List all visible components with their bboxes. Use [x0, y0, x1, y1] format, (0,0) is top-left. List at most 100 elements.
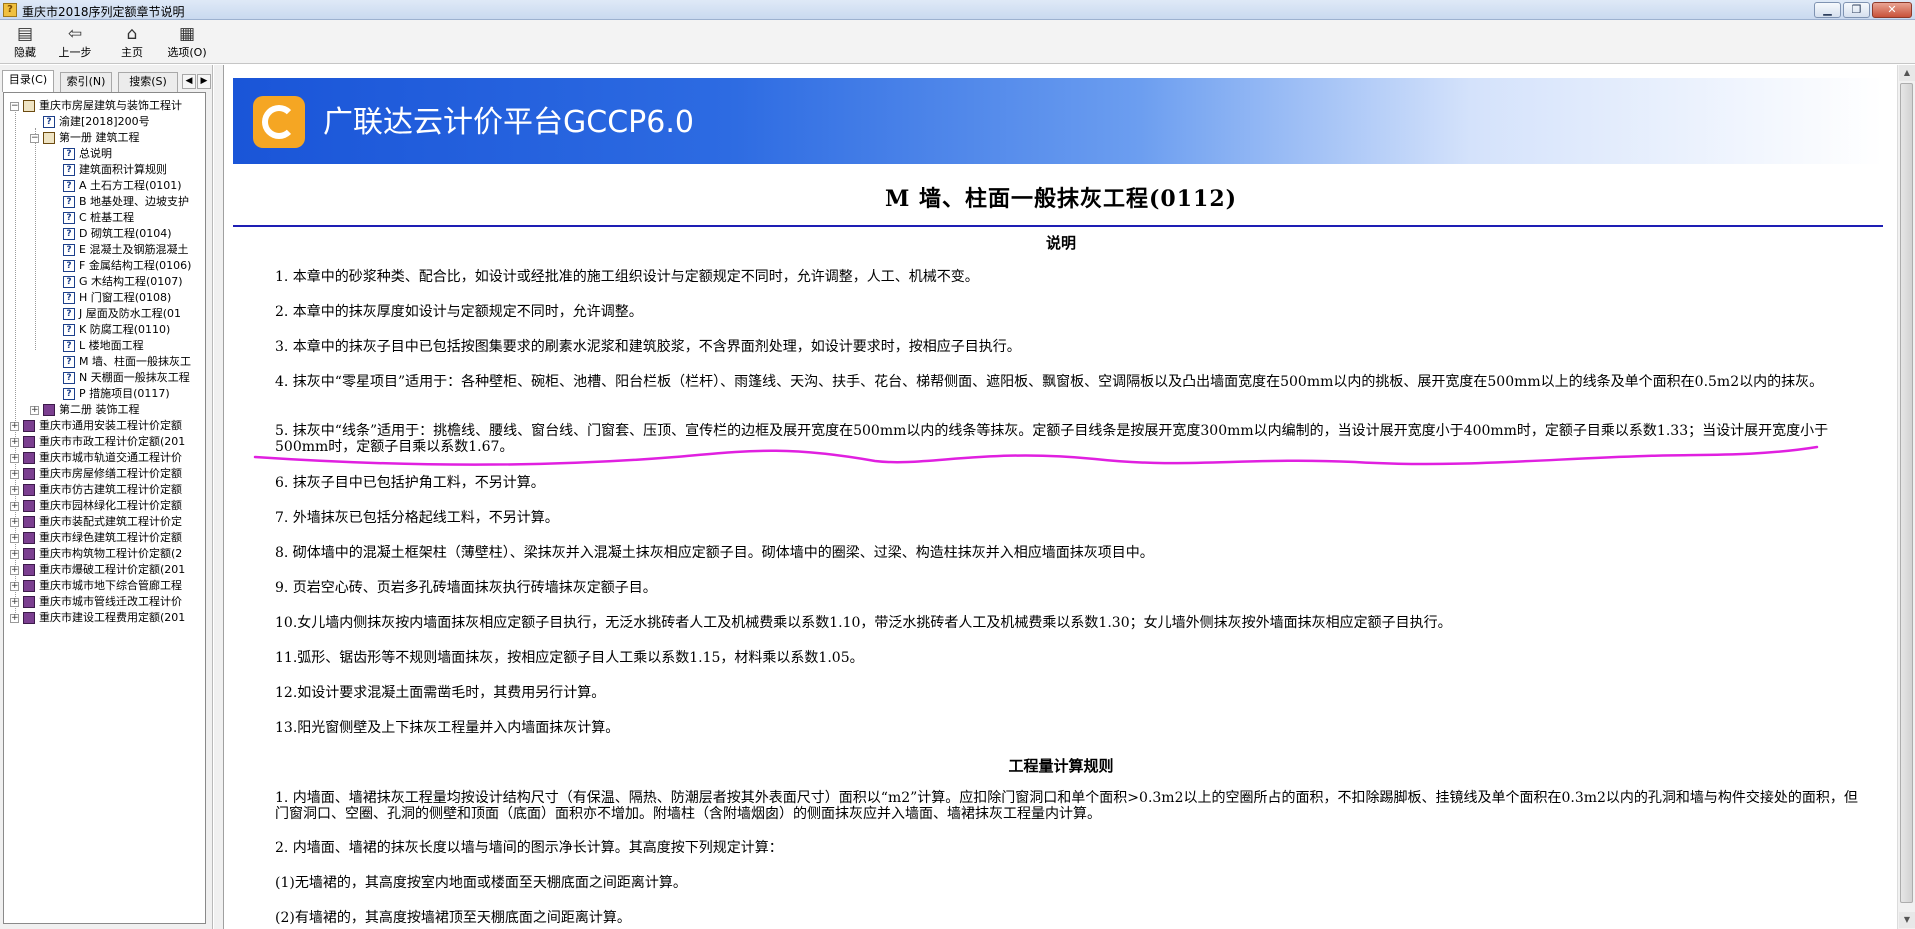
tree-node[interactable]: ? C 桩基工程 [4, 210, 205, 226]
hide-icon: ▤ [16, 24, 34, 44]
collapse-icon[interactable]: − [30, 134, 39, 143]
tree-node[interactable]: ? J 屋面及防水工程(01 [4, 306, 205, 322]
tree-node[interactable]: + 重庆市装配式建筑工程计价定 [4, 514, 205, 530]
banner-title: 广联达云计价平台GCCP6.0 [323, 105, 694, 140]
book-icon [23, 532, 35, 544]
tree-node-label: L 楼地面工程 [79, 339, 144, 352]
tree-node[interactable]: ? D 砌筑工程(0104) [4, 226, 205, 242]
options-button[interactable]: ▦ 选项(O) [162, 22, 212, 62]
tree-node[interactable]: ? 建筑面积计算规则 [4, 162, 205, 178]
expand-icon[interactable]: + [10, 470, 19, 479]
content-pane: 广联达云计价平台GCCP6.0 M 墙、柱面一般抹灰工程(0112) 说明 1.… [225, 65, 1897, 929]
tree-node[interactable]: + 重庆市城市地下综合管廊工程 [4, 578, 205, 594]
tab-scroll-left-icon[interactable]: ◀ [182, 74, 196, 89]
tree-node[interactable]: ? A 土石方工程(0101) [4, 178, 205, 194]
tree-node[interactable]: ? N 天棚面一般抹灰工程 [4, 370, 205, 386]
book-icon [23, 596, 35, 608]
tree-node[interactable]: − 重庆市房屋建筑与装饰工程计 [4, 98, 205, 114]
close-button[interactable]: ✕ [1872, 2, 1912, 18]
tree-list: − 重庆市房屋建筑与装饰工程计? 渝建[2018]200号 − 第一册 建筑工程? 总说明… [4, 98, 205, 626]
tree-node[interactable]: + 重庆市市政工程计价定额(201 [4, 434, 205, 450]
book-icon [23, 516, 35, 528]
tree-node-label: 重庆市爆破工程计价定额(201 [39, 563, 186, 576]
tree-node-label: 重庆市城市轨道交通工程计价 [39, 451, 182, 464]
tree-node[interactable]: ? G 木结构工程(0107) [4, 274, 205, 290]
tree-node-label: 重庆市构筑物工程计价定额(2 [39, 547, 183, 560]
tree-node[interactable]: + 重庆市绿色建筑工程计价定额 [4, 530, 205, 546]
tree-node[interactable]: ? E 混凝土及钢筋混凝土 [4, 242, 205, 258]
tree-node[interactable]: + 重庆市房屋修缮工程计价定额 [4, 466, 205, 482]
expand-icon[interactable]: + [10, 534, 19, 543]
tree-node-label: P 措施项目(0117) [79, 387, 170, 400]
book-icon [23, 548, 35, 560]
tree-node[interactable]: ? F 金属结构工程(0106) [4, 258, 205, 274]
tree-node[interactable]: + 第二册 装饰工程 [4, 402, 205, 418]
content-scrollbar[interactable]: ▲ ▼ [1897, 65, 1915, 929]
back-arrow-icon: ⇦ [67, 24, 83, 44]
book-icon [23, 564, 35, 576]
maximize-button[interactable]: ❐ [1843, 2, 1870, 18]
tree-node[interactable]: ? B 地基处理、边坡支护 [4, 194, 205, 210]
tree-node-label: 重庆市市政工程计价定额(201 [39, 435, 186, 448]
note-item: 7. 外墙抹灰已包括分格起线工料，不另计算。 [275, 510, 559, 526]
tree-node[interactable]: + 重庆市通用安装工程计价定额 [4, 418, 205, 434]
scroll-down-icon[interactable]: ▼ [1899, 912, 1915, 928]
help-page-icon: ? [63, 212, 75, 224]
tree-node[interactable]: ? P 措施项目(0117) [4, 386, 205, 402]
scroll-up-icon[interactable]: ▲ [1899, 65, 1915, 81]
collapse-icon[interactable]: − [10, 102, 19, 111]
tree-node[interactable]: ? H 门窗工程(0108) [4, 290, 205, 306]
tree-node[interactable]: ? K 防腐工程(0110) [4, 322, 205, 338]
rule-item: (1)无墙裙的，其高度按室内地面或楼面至天棚底面之间距离计算。 [275, 875, 687, 891]
tree-node[interactable]: + 重庆市爆破工程计价定额(201 [4, 562, 205, 578]
title-bar: ? 重庆市2018序列定额章节说明 ▁ ❐ ✕ [0, 0, 1915, 20]
help-page-icon: ? [63, 276, 75, 288]
tab-contents[interactable]: 目录(C) [2, 70, 54, 92]
tree-node[interactable]: + 重庆市园林绿化工程计价定额 [4, 498, 205, 514]
hide-button[interactable]: ▤ 隐藏 [0, 22, 50, 62]
tree-node[interactable]: − 第一册 建筑工程 [4, 130, 205, 146]
tree-node[interactable]: + 重庆市仿古建筑工程计价定额 [4, 482, 205, 498]
tab-search[interactable]: 搜索(S) [118, 72, 178, 92]
expand-icon[interactable]: + [10, 486, 19, 495]
tree-node[interactable]: + 重庆市城市管线迁改工程计价 [4, 594, 205, 610]
app-icon: ? [3, 3, 17, 17]
help-page-icon: ? [63, 196, 75, 208]
tab-index[interactable]: 索引(N) [60, 72, 112, 92]
tree-node[interactable]: + 重庆市建设工程费用定额(201 [4, 610, 205, 626]
expand-icon[interactable]: + [10, 566, 19, 575]
tree-node[interactable]: ? L 楼地面工程 [4, 338, 205, 354]
pane-splitter[interactable] [214, 65, 224, 929]
tree-node[interactable]: + 重庆市城市轨道交通工程计价 [4, 450, 205, 466]
expand-icon[interactable]: + [30, 406, 39, 415]
expand-icon[interactable]: + [10, 422, 19, 431]
tree-node[interactable]: + 重庆市构筑物工程计价定额(2 [4, 546, 205, 562]
expand-icon[interactable]: + [10, 518, 19, 527]
tree-node[interactable]: ? 总说明 [4, 146, 205, 162]
title-divider [233, 225, 1883, 227]
minimize-button[interactable]: ▁ [1814, 2, 1841, 18]
tree-node[interactable]: ? 渝建[2018]200号 [4, 114, 205, 130]
back-button[interactable]: ⇦ 上一步 [50, 22, 100, 62]
scroll-thumb[interactable] [1900, 83, 1913, 903]
expand-icon[interactable]: + [10, 582, 19, 591]
help-page-icon: ? [63, 372, 75, 384]
help-page-icon: ? [63, 340, 75, 352]
help-page-icon: ? [63, 260, 75, 272]
book-icon [23, 484, 35, 496]
expand-icon[interactable]: + [10, 598, 19, 607]
expand-icon[interactable]: + [10, 550, 19, 559]
help-page-icon: ? [63, 164, 75, 176]
tab-scroll-right-icon[interactable]: ▶ [197, 74, 211, 89]
expand-icon[interactable]: + [10, 454, 19, 463]
note-item: 9. 页岩空心砖、页岩多孔砖墙面抹灰执行砖墙抹灰定额子目。 [275, 580, 657, 596]
tree-node[interactable]: ? M 墙、柱面一般抹灰工 [4, 354, 205, 370]
tree-node-label: 建筑面积计算规则 [79, 163, 167, 176]
book-icon [23, 580, 35, 592]
home-button[interactable]: ⌂ 主页 [107, 22, 157, 62]
expand-icon[interactable]: + [10, 614, 19, 623]
expand-icon[interactable]: + [10, 438, 19, 447]
expand-icon[interactable]: + [10, 502, 19, 511]
open-book-icon [43, 132, 55, 144]
note-item: 11.弧形、锯齿形等不规则墙面抹灰，按相应定额子目人工乘以系数1.15，材料乘以… [275, 650, 864, 666]
